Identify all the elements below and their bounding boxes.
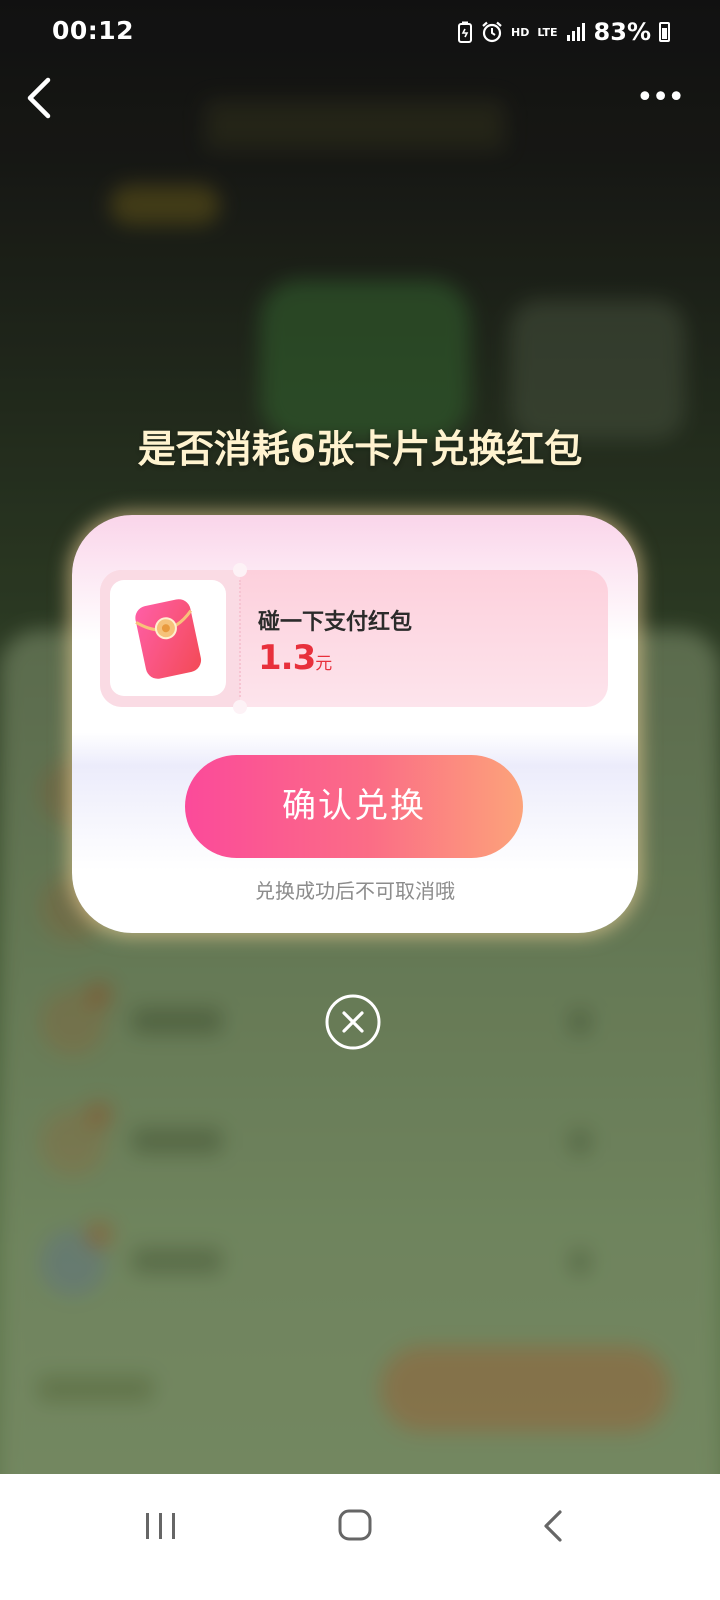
coupon-thumbnail [110,580,226,696]
battery-icon [659,22,670,42]
coupon-amount: 1.3元 [258,638,332,678]
more-options-icon[interactable]: ••• [636,83,685,113]
battery-saver-icon [457,21,472,43]
back-chevron-icon[interactable] [22,76,66,120]
confirm-exchange-button[interactable]: 确认兑换 [185,755,523,858]
recent-apps-icon[interactable] [143,1511,179,1541]
coupon-thumbnail-area [100,570,240,707]
coupon-amount-value: 1.3 [258,638,316,678]
alarm-icon [482,21,502,43]
close-circle-icon[interactable] [325,994,381,1050]
back-icon[interactable] [536,1508,572,1544]
screen: 00:12 HD LTE 83% ••• 是否消耗6张卡片兑换红包 碰一下支付红… [0,0,720,1600]
coupon-divider [239,580,241,697]
status-time: 00:12 [52,16,135,45]
exchange-note: 兑换成功后不可取消哦 [255,879,455,903]
red-envelope-icon [135,599,202,679]
status-bar: 00:12 HD LTE 83% [0,0,720,66]
coupon-amount-unit: 元 [315,654,333,674]
system-navigation-bar [0,1474,720,1600]
exchange-dialog: 碰一下支付红包 1.3元 确认兑换 兑换成功后不可取消哦 [72,515,638,933]
signal-icon [566,23,585,41]
status-icons: HD LTE 83% [457,18,670,46]
hd-indicator: HD [510,25,530,39]
coupon-ticket: 碰一下支付红包 1.3元 [100,563,608,714]
dialog-title: 是否消耗6张卡片兑换红包 [137,427,583,471]
home-icon[interactable] [337,1508,373,1542]
battery-percentage: 83% [593,18,651,46]
coupon-name: 碰一下支付红包 [258,610,413,635]
network-type: LTE [537,25,558,39]
